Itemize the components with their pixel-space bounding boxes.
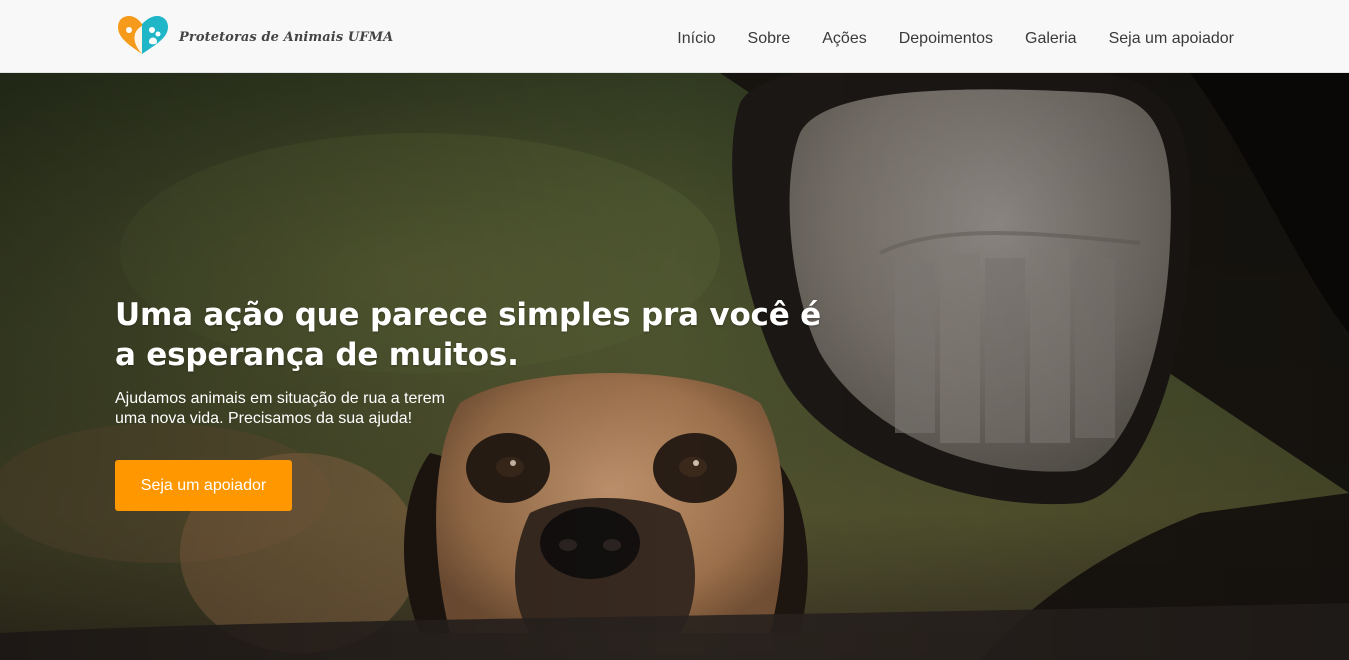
brand[interactable]: Protetoras de Animais UFMA xyxy=(115,14,393,58)
nav-link-inicio[interactable]: Início xyxy=(677,30,715,48)
hero-text: Uma ação que parece simples pra você é a… xyxy=(115,295,835,429)
nav-link-acoes[interactable]: Ações xyxy=(822,30,866,48)
nav-link-galeria[interactable]: Galeria xyxy=(1025,30,1077,48)
nav-link-depoimentos[interactable]: Depoimentos xyxy=(899,30,993,48)
hero-title: Uma ação que parece simples pra você é a… xyxy=(115,295,835,375)
nav-link-sobre[interactable]: Sobre xyxy=(748,30,791,48)
hero-title-line1: Uma ação que parece simples pra você é xyxy=(115,297,821,333)
heart-paw-logo-icon xyxy=(118,16,168,54)
navbar: Protetoras de Animais UFMA Início Sobre … xyxy=(0,0,1349,73)
hero-subtitle: Ajudamos animais em situação de rua a te… xyxy=(115,390,445,427)
hero-title-line2: a esperança de muitos. xyxy=(115,337,519,373)
nav-link-apoiador[interactable]: Seja um apoiador xyxy=(1109,30,1234,48)
hero-section: Uma ação que parece simples pra você é a… xyxy=(0,73,1349,660)
main-nav: Início Sobre Ações Depoimentos Galeria S… xyxy=(645,30,1234,48)
brand-name: Protetoras de Animais UFMA xyxy=(179,29,394,45)
supporter-cta-button[interactable]: Seja um apoiador xyxy=(115,460,292,511)
